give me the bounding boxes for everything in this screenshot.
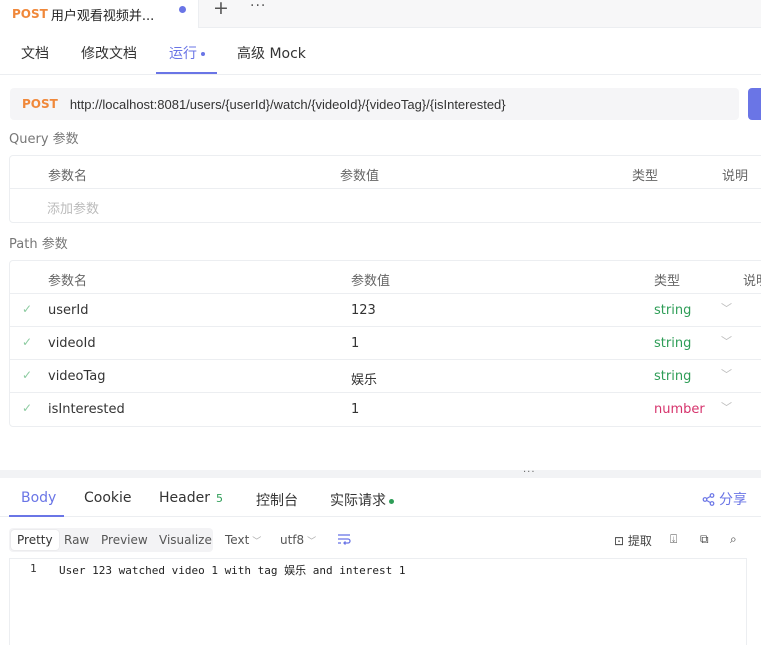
query-col-value: 参数值 <box>340 169 380 184</box>
run-dot-icon <box>201 52 205 56</box>
chevron-down-icon[interactable]: ﹀ <box>721 300 732 316</box>
download-icon[interactable]: ⍗ <box>670 532 677 547</box>
tab-body[interactable]: Body <box>21 490 56 506</box>
response-body-editor[interactable]: 1 User 123 watched video 1 with tag 娱乐 a… <box>9 558 747 645</box>
tab-edit-docs[interactable]: 修改文档 <box>81 43 137 63</box>
request-subtabs: 文档 修改文档 运行 高级 Mock <box>0 28 761 75</box>
request-tab-method: POST <box>12 7 48 21</box>
panel-splitter[interactable]: ··· <box>0 468 761 478</box>
tab-header[interactable]: Header 5 <box>159 490 223 506</box>
encoding-label: utf8 <box>280 533 305 547</box>
param-value[interactable]: 123 <box>351 303 376 318</box>
view-visualize[interactable]: Visualize <box>159 533 212 547</box>
chevron-down-icon[interactable]: ﹀ <box>721 366 732 382</box>
response-toolbar: Pretty Raw Preview Visualize Text ﹀ utf8 ﹀… <box>0 525 761 555</box>
path-header-row: 参数名 参数值 类型 说明 <box>10 261 761 294</box>
url-method[interactable]: POST <box>22 97 58 111</box>
extract-button[interactable]: ⊡ 提取 <box>614 532 652 549</box>
param-type[interactable]: string <box>654 303 691 318</box>
path-col-desc: 说明 <box>743 274 761 289</box>
new-tab-plus-icon[interactable]: + <box>212 0 230 18</box>
tab-header-label: Header <box>159 490 210 506</box>
path-params-table: 参数名 参数值 类型 说明 ✓ userId 123 string ﹀ ✓ vi… <box>9 260 761 427</box>
request-tab-title: 用户观看视频并... <box>50 8 155 24</box>
tab-run[interactable]: 运行 <box>169 43 205 63</box>
chevron-down-icon: ﹀ <box>307 537 317 547</box>
query-params-table: 参数名 参数值 类型 说明 添加参数 <box>9 155 761 223</box>
tab-actual-request[interactable]: 实际请求 <box>330 490 394 510</box>
copy-icon[interactable]: ⧉ <box>700 532 709 547</box>
enabled-check-icon[interactable]: ✓ <box>22 335 32 349</box>
query-col-name: 参数名 <box>48 169 88 184</box>
share-button[interactable]: 分享 <box>702 489 747 509</box>
response-tabs: Body Cookie Header 5 控制台 实际请求 分享 <box>0 478 761 517</box>
search-icon[interactable]: ⌕ <box>730 532 737 547</box>
url-input[interactable]: http://localhost:8081/users/{userId}/wat… <box>70 97 506 112</box>
param-type[interactable]: string <box>654 336 691 351</box>
encoding-select[interactable]: utf8 ﹀ <box>280 533 316 547</box>
path-col-name: 参数名 <box>48 274 88 289</box>
param-name: isInterested <box>48 402 125 417</box>
table-row: ✓ userId 123 string ﹀ <box>10 294 761 327</box>
param-value[interactable]: 娱乐 <box>351 369 377 388</box>
param-value[interactable]: 1 <box>351 336 359 351</box>
format-select[interactable]: Text ﹀ <box>225 533 261 547</box>
query-col-type: 类型 <box>632 169 659 184</box>
drag-handle-icon[interactable]: ··· <box>523 468 536 478</box>
unsaved-dot-icon <box>179 6 186 13</box>
param-type[interactable]: string <box>654 369 691 384</box>
query-params-title: Query 参数 <box>9 132 79 147</box>
enabled-check-icon[interactable]: ✓ <box>22 302 32 316</box>
table-row: ✓ isInterested 1 number ﹀ <box>10 393 761 426</box>
active-tab-underline <box>156 72 217 74</box>
enabled-check-icon[interactable]: ✓ <box>22 401 32 415</box>
param-type[interactable]: number <box>654 402 705 417</box>
word-wrap-icon[interactable] <box>335 530 353 548</box>
param-name: videoId <box>48 336 96 351</box>
line-number: 1 <box>30 562 37 575</box>
request-tab[interactable]: POST 用户观看视频并... <box>0 0 199 28</box>
chevron-down-icon: ﹀ <box>252 537 262 547</box>
tab-run-label: 运行 <box>169 46 197 62</box>
share-label: 分享 <box>719 492 747 508</box>
path-col-type: 类型 <box>654 274 681 289</box>
param-name: userId <box>48 303 89 318</box>
header-count-badge: 5 <box>215 492 223 505</box>
tab-docs[interactable]: 文档 <box>21 43 49 63</box>
extract-label: 提取 <box>627 534 652 548</box>
add-param-placeholder[interactable]: 添加参数 <box>47 198 99 217</box>
view-mode-switch: Pretty Raw Preview Visualize <box>9 528 213 552</box>
table-row: ✓ videoTag 娱乐 string ﹀ <box>10 360 761 393</box>
response-body-text[interactable]: User 123 watched video 1 with tag 娱乐 and… <box>59 562 406 578</box>
param-name: videoTag <box>48 369 106 384</box>
active-response-tab-underline <box>9 515 64 517</box>
share-icon <box>702 492 715 506</box>
more-tabs-ellipsis-icon[interactable]: ··· <box>250 0 270 16</box>
tab-console[interactable]: 控制台 <box>256 490 298 510</box>
status-dot-icon <box>389 498 394 504</box>
send-button[interactable] <box>748 88 761 120</box>
tab-cookie[interactable]: Cookie <box>84 490 132 506</box>
param-value[interactable]: 1 <box>351 402 359 417</box>
query-col-desc: 说明 <box>722 169 749 184</box>
request-tab-bar: POST 用户观看视频并... + ··· <box>0 0 761 28</box>
chevron-down-icon[interactable]: ﹀ <box>721 399 732 415</box>
view-raw[interactable]: Raw <box>64 533 89 547</box>
extract-icon: ⊡ <box>614 534 625 548</box>
view-preview[interactable]: Preview <box>101 533 148 547</box>
enabled-check-icon[interactable]: ✓ <box>22 368 32 382</box>
path-params-title: Path 参数 <box>9 237 68 252</box>
tab-advanced-mock[interactable]: 高级 Mock <box>237 43 306 63</box>
chevron-down-icon[interactable]: ﹀ <box>721 333 732 349</box>
url-bar[interactable]: POST http://localhost:8081/users/{userId… <box>10 88 739 120</box>
tab-actual-request-label: 实际请求 <box>330 493 386 509</box>
view-pretty[interactable]: Pretty <box>11 530 59 550</box>
format-label: Text <box>225 533 250 547</box>
query-add-row[interactable]: 添加参数 <box>10 189 761 222</box>
path-col-value: 参数值 <box>351 274 391 289</box>
table-row: ✓ videoId 1 string ﹀ <box>10 327 761 360</box>
query-header-row: 参数名 参数值 类型 说明 <box>10 156 761 189</box>
